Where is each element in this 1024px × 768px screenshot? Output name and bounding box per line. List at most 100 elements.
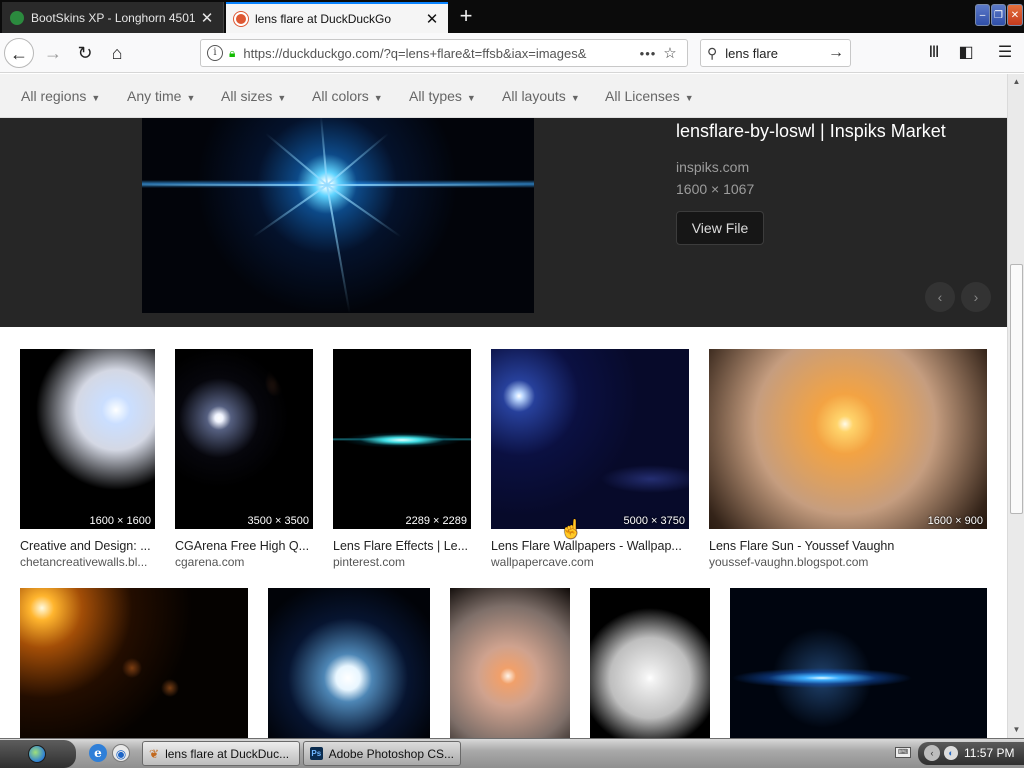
flare-ray — [319, 118, 328, 186]
close-tab-icon[interactable]: ✕ — [199, 9, 215, 27]
reload-icon[interactable]: ↻ — [70, 38, 100, 68]
scroll-down-arrow-icon[interactable]: ▼ — [1009, 722, 1024, 738]
detail-title[interactable]: lensflare-by-loswl | Inspiks Market — [676, 121, 946, 142]
previous-image-button[interactable]: ‹ — [925, 282, 955, 312]
show-hidden-icons-icon[interactable]: ‹ — [924, 745, 940, 761]
result-image[interactable]: 1600 × 1600 — [20, 349, 155, 529]
scroll-up-arrow-icon[interactable]: ▲ — [1009, 74, 1024, 90]
go-arrow-icon[interactable]: → — [828, 44, 844, 62]
back-arrow-icon[interactable]: ← — [4, 38, 34, 68]
file-explorer-icon[interactable]: ◉ — [112, 744, 130, 762]
filter-bar: All regions ▼ Any time ▼ All sizes ▼ All co… — [0, 74, 1007, 118]
new-tab-button[interactable]: + — [452, 2, 480, 31]
flare-ray — [252, 184, 328, 238]
close-tab-icon[interactable]: ✕ — [424, 10, 440, 28]
clock[interactable]: 11:57 PM — [964, 746, 1014, 760]
filter-label: All sizes — [221, 88, 273, 104]
taskbar-button-firefox[interactable]: ❦ lens flare at DuckDuc... — [142, 741, 300, 766]
flare-ray — [326, 184, 351, 313]
tab-favicon-icon — [10, 10, 24, 25]
forward-arrow-icon[interactable]: → — [38, 38, 68, 68]
image-detail-panel: lensflare-by-loswl | Inspiks Market insp… — [0, 118, 1007, 327]
result-image[interactable] — [268, 588, 430, 738]
windows-taskbar: e ◉ ❦ lens flare at DuckDuc... Ps Adobe … — [0, 738, 1024, 768]
windows-logo-icon — [28, 745, 46, 763]
caret-down-icon: ▼ — [91, 93, 101, 103]
filter-types[interactable]: All types ▼ — [409, 88, 476, 104]
filter-label: All regions — [21, 88, 87, 104]
filter-regions[interactable]: All regions ▼ — [21, 88, 100, 104]
start-button[interactable] — [0, 740, 76, 768]
flare-ray — [326, 132, 389, 186]
tab-title: BootSkins XP - Longhorn 4501 (FR — [31, 10, 199, 25]
search-box[interactable]: ⚲ lens flare → — [700, 39, 851, 67]
address-bar[interactable]: i 🔒︎ https://duckduckgo.com/?q=lens+flar… — [200, 39, 688, 67]
result-image[interactable] — [590, 588, 710, 738]
result-title[interactable]: Lens Flare Sun - Youssef Vaughn — [709, 539, 987, 553]
result-image[interactable] — [20, 588, 248, 738]
info-icon[interactable]: i — [207, 45, 223, 61]
result-image[interactable]: 3500 × 3500 — [175, 349, 313, 529]
flare-ray — [142, 184, 327, 186]
page-viewport: All regions ▼ Any time ▼ All sizes ▼ All co… — [0, 74, 1007, 738]
scrollbar-thumb[interactable] — [1010, 264, 1023, 514]
search-icon: ⚲ — [707, 44, 718, 61]
task-label: lens flare at DuckDuc... — [165, 746, 290, 761]
result-image[interactable]: 5000 × 3750 — [491, 349, 689, 529]
caret-down-icon: ▼ — [277, 93, 287, 103]
network-icon[interactable]: ◐ — [944, 746, 958, 760]
result-image[interactable]: 2289 × 2289 — [333, 349, 471, 529]
page-actions-icon[interactable]: ••• — [637, 46, 659, 61]
search-input[interactable]: lens flare — [725, 46, 828, 61]
internet-explorer-icon[interactable]: e — [89, 744, 107, 762]
minimize-window-button[interactable]: – — [975, 4, 990, 26]
star-icon[interactable]: ☆ — [659, 44, 681, 62]
close-window-button[interactable]: ✕ — [1007, 4, 1023, 26]
result-image[interactable]: 1600 × 900 — [709, 349, 987, 529]
filter-sizes[interactable]: All sizes ▼ — [221, 88, 286, 104]
result-source[interactable]: chetancreativewalls.bl... — [20, 555, 160, 569]
flare-ray — [326, 184, 402, 238]
result-image[interactable] — [450, 588, 570, 738]
filter-licenses[interactable]: All Licenses ▼ — [605, 88, 694, 104]
result-source[interactable]: cgarena.com — [175, 555, 315, 569]
detail-source[interactable]: inspiks.com — [676, 159, 749, 175]
navigation-toolbar: ← → ↻ ⌂ i 🔒︎ https://duckduckgo.com/?q=l… — [0, 33, 1024, 73]
tab-title: lens flare at DuckDuckGo — [255, 11, 392, 26]
result-title[interactable]: Creative and Design: ... — [20, 539, 160, 553]
taskbar-button-photoshop[interactable]: Ps Adobe Photoshop CS... — [303, 741, 461, 766]
lock-icon[interactable]: 🔒︎ — [229, 46, 235, 61]
detail-image[interactable] — [142, 118, 534, 313]
result-source[interactable]: youssef-vaughn.blogspot.com — [709, 555, 987, 569]
result-title[interactable]: Lens Flare Wallpapers - Wallpap... — [491, 539, 689, 553]
firefox-icon: ❦ — [149, 746, 160, 761]
url-text[interactable]: https://duckduckgo.com/?q=lens+flare&t=f… — [243, 46, 637, 61]
library-icon[interactable]: Ⅲ — [922, 41, 946, 65]
result-image[interactable] — [730, 588, 987, 738]
caret-down-icon: ▼ — [570, 93, 580, 103]
detail-dimensions: 1600 × 1067 — [676, 181, 755, 197]
sidebar-icon[interactable]: ◧ — [954, 41, 978, 65]
filter-layouts[interactable]: All layouts ▼ — [502, 88, 580, 104]
view-file-button[interactable]: View File — [676, 211, 764, 245]
caret-down-icon: ▼ — [186, 93, 196, 103]
filter-label: All colors — [312, 88, 369, 104]
result-source[interactable]: pinterest.com — [333, 555, 471, 569]
filter-label: Any time — [127, 88, 182, 104]
result-title[interactable]: Lens Flare Effects | Le... — [333, 539, 471, 553]
image-dimensions: 2289 × 2289 — [405, 515, 467, 527]
result-title[interactable]: CGArena Free High Q... — [175, 539, 315, 553]
restore-window-button[interactable]: ❐ — [991, 4, 1006, 26]
hamburger-menu-icon[interactable]: ☰ — [993, 41, 1017, 65]
tab-duckduckgo[interactable]: lens flare at DuckDuckGo ✕ — [226, 2, 448, 33]
result-source[interactable]: wallpapercave.com — [491, 555, 689, 569]
vertical-scrollbar[interactable]: ▲ ▼ — [1007, 74, 1024, 738]
image-dimensions: 3500 × 3500 — [247, 515, 309, 527]
keyboard-icon[interactable]: ⌨ — [895, 747, 911, 758]
home-icon[interactable]: ⌂ — [102, 38, 132, 68]
next-image-button[interactable]: › — [961, 282, 991, 312]
filter-time[interactable]: Any time ▼ — [127, 88, 195, 104]
filter-colors[interactable]: All colors ▼ — [312, 88, 383, 104]
flare-ray — [265, 132, 328, 186]
tab-bootskins[interactable]: BootSkins XP - Longhorn 4501 (FR ✕ — [2, 2, 224, 33]
